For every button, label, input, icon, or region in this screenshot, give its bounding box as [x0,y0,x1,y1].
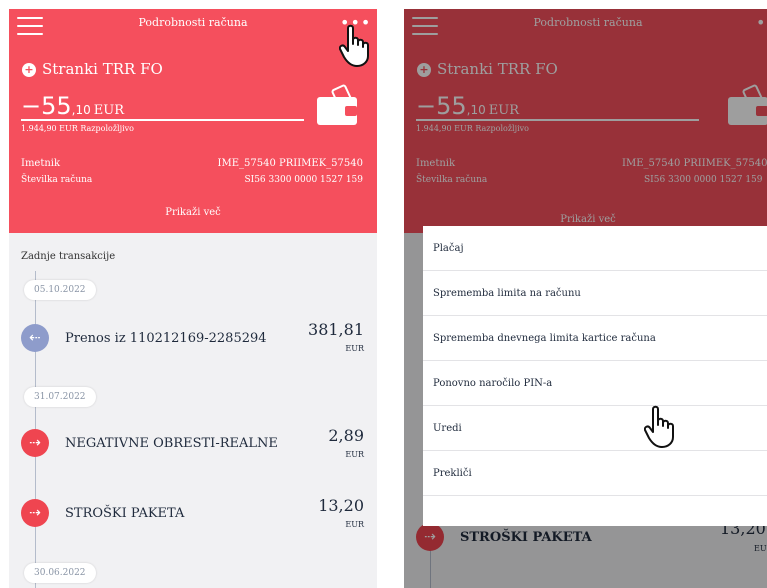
account-details-screen-with-menu: Podrobnosti računa ••• + Stranki TRR FO … [404,9,767,588]
balance-divider [21,119,304,121]
owner-label: Imetnik [21,158,61,169]
transaction-description[interactable]: NEGATIVNE OBRESTI-REALNE [65,436,278,451]
transaction-description[interactable]: STROŠKI PAKETA [65,506,184,521]
transaction-description[interactable]: Prenos iz 110212169-2285294 [65,331,267,346]
menu-item-cancel[interactable]: Prekliči [423,451,767,496]
account-header: Podrobnosti računa ••• + Stranki TRR FO … [9,9,377,233]
recent-transactions-title: Zadnje transakcije [21,251,116,262]
balance-integer: −55 [21,92,72,120]
account-name: Stranki TRR FO [42,60,163,78]
date-badge: 05.10.2022 [24,280,96,300]
page-title: Podrobnosti računa [138,16,248,29]
transaction-currency: EUR [345,520,364,529]
transaction-currency: EUR [345,344,364,353]
account-balance: −55,10 EUR [21,92,124,120]
available-balance: 1.944,90 EUR Razpoložljivo [21,124,134,133]
show-more-link[interactable]: Prikaži več [9,207,377,218]
menu-item-change-account-limit[interactable]: Sprememba limita na računu [423,271,767,316]
transaction-amount: 13,20 [318,496,364,515]
transaction-amount: 2,89 [328,426,364,445]
account-number-value: SI56 3300 0000 1527 159 [244,175,363,185]
transaction-currency: EUR [345,450,364,459]
menu-item-edit[interactable]: Uredi [423,406,767,451]
menu-item-reorder-pin[interactable]: Ponovno naročilo PIN-a [423,361,767,406]
account-actions-menu: Plačaj Sprememba limita na računu Spreme… [423,226,767,526]
outgoing-transfer-icon: ⇢ [21,499,49,527]
outgoing-transfer-icon: ⇢ [21,429,49,457]
menu-item-change-card-daily-limit[interactable]: Sprememba dnevnega limita kartice računa [423,316,767,361]
wallet-icon [317,84,357,125]
date-badge: 31.07.2022 [24,387,96,407]
owner-value: IME_57540 PRIIMEK_57540 [217,158,363,169]
transaction-amount: 381,81 [308,320,364,339]
balance-currency: EUR [93,103,124,118]
menu-item-pay[interactable]: Plačaj [423,226,767,271]
pointer-hand-icon [339,24,369,67]
pointer-hand-icon [644,405,674,448]
add-circle-icon: + [22,63,36,77]
account-details-screen: Podrobnosti računa ••• + Stranki TRR FO … [9,9,377,588]
incoming-transfer-icon: ⇠ [21,324,49,352]
account-number-label: Številka računa [21,175,93,185]
date-badge: 30.06.2022 [24,563,96,583]
balance-decimal: ,10 [71,103,91,117]
